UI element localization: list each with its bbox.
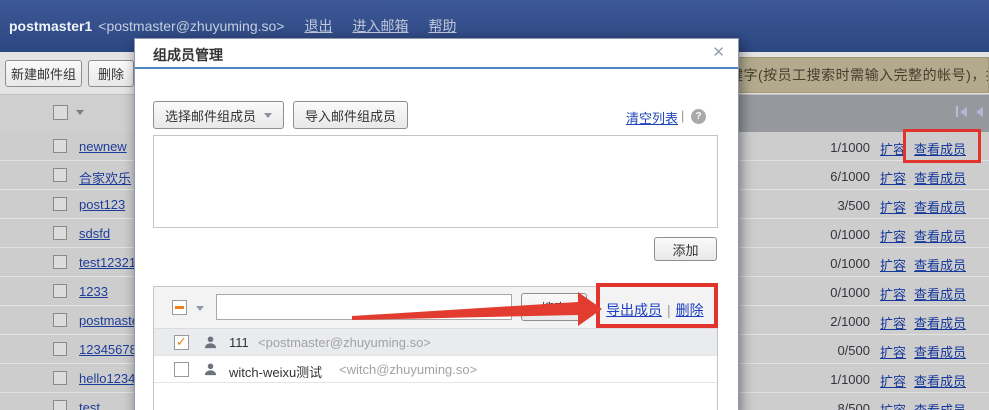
logout-link[interactable]: 退出 (304, 16, 332, 36)
user-email: <postmaster@zhuyuming.so> (98, 18, 284, 34)
expand-link[interactable]: 扩容 (880, 226, 906, 245)
member-quota: 3/500 (788, 198, 870, 213)
view-members-link[interactable]: 查看成员 (914, 255, 966, 274)
member-quota: 0/1000 (788, 256, 870, 271)
dialog-header: 组成员管理 ✕ (135, 39, 738, 69)
group-name-link[interactable]: sdsfd (79, 226, 110, 241)
view-members-link[interactable]: 查看成员 (914, 400, 966, 410)
person-icon (203, 335, 218, 353)
chevron-down-icon[interactable] (196, 306, 204, 311)
expand-link[interactable]: 扩容 (880, 197, 906, 216)
separator: | (681, 108, 684, 123)
highlight-box-view-members (903, 129, 981, 163)
expand-link[interactable]: 扩容 (880, 371, 906, 390)
highlight-box-export-delete (596, 283, 718, 328)
member-name: witch-weixu测试 (229, 362, 322, 381)
view-members-link[interactable]: 查看成员 (914, 284, 966, 303)
group-name-link[interactable]: 1233 (79, 284, 108, 299)
group-name-link[interactable]: post123 (79, 197, 125, 212)
help-link[interactable]: 帮助 (428, 16, 456, 36)
pending-members-listbox[interactable] (153, 135, 718, 228)
member-quota: 8/500 (788, 401, 870, 410)
group-name-link[interactable]: newnew (79, 139, 127, 154)
enter-mailbox-link[interactable]: 进入邮箱 (352, 16, 408, 36)
clear-list-link[interactable]: 清空列表 (626, 108, 678, 127)
dialog-title: 组成员管理 (153, 45, 223, 65)
member-quota: 1/1000 (788, 140, 870, 155)
member-checkbox[interactable] (174, 362, 189, 377)
view-members-link[interactable]: 查看成员 (914, 168, 966, 187)
expand-link[interactable]: 扩容 (880, 284, 906, 303)
select-all-members-checkbox[interactable] (172, 300, 187, 315)
member-checkbox-checked[interactable] (174, 335, 189, 350)
add-button[interactable]: 添加 (654, 237, 717, 261)
expand-link[interactable]: 扩容 (880, 342, 906, 361)
member-row: 111 <postmaster@zhuyuming.so> (154, 329, 717, 356)
member-quota: 0/1000 (788, 227, 870, 242)
member-quota: 0/500 (788, 343, 870, 358)
close-icon[interactable]: ✕ (712, 43, 725, 61)
expand-link[interactable]: 扩容 (880, 168, 906, 187)
admin-mail-page: postmaster1 <postmaster@zhuyuming.so> 退出… (0, 0, 989, 410)
row-checkbox[interactable] (53, 226, 67, 240)
row-checkbox[interactable] (53, 313, 67, 327)
member-email: <witch@zhuyuming.so> (339, 362, 477, 377)
first-page-icon[interactable] (956, 106, 967, 117)
chevron-down-icon (264, 113, 272, 118)
header-dark-segment (700, 95, 989, 132)
view-members-link[interactable]: 查看成员 (914, 313, 966, 332)
member-quota: 2/1000 (788, 314, 870, 329)
group-member-dialog: 组成员管理 ✕ 选择邮件组成员 导入邮件组成员 清空列表 | ? 添加 搜索 导… (134, 38, 739, 410)
import-group-members-button[interactable]: 导入邮件组成员 (293, 101, 408, 129)
row-checkbox[interactable] (53, 371, 67, 385)
row-checkbox[interactable] (53, 197, 67, 211)
group-name-link[interactable]: test (79, 400, 100, 410)
row-checkbox[interactable] (53, 168, 67, 182)
expand-link[interactable]: 扩容 (880, 313, 906, 332)
prev-page-icon[interactable] (976, 107, 983, 117)
view-members-link[interactable]: 查看成员 (914, 197, 966, 216)
row-checkbox[interactable] (53, 342, 67, 356)
view-members-link[interactable]: 查看成员 (914, 226, 966, 245)
group-name-link[interactable]: 合家欢乐 (79, 168, 131, 187)
username: postmaster1 (9, 18, 92, 34)
chevron-down-icon[interactable] (76, 110, 84, 115)
view-members-link[interactable]: 查看成员 (914, 371, 966, 390)
member-quota: 6/1000 (788, 169, 870, 184)
row-checkbox[interactable] (53, 255, 67, 269)
view-members-link[interactable]: 查看成员 (914, 342, 966, 361)
expand-link[interactable]: 扩容 (880, 255, 906, 274)
member-quota: 0/1000 (788, 285, 870, 300)
select-group-members-button[interactable]: 选择邮件组成员 (153, 101, 284, 129)
search-tip-text: 键字(按员工搜索时需输入完整的帐号)，按回 (729, 65, 989, 85)
select-all-checkbox[interactable] (53, 105, 68, 120)
row-checkbox[interactable] (53, 400, 67, 410)
person-icon (203, 362, 218, 380)
member-email: <postmaster@zhuyuming.so> (258, 335, 431, 350)
row-checkbox[interactable] (53, 139, 67, 153)
delete-group-button[interactable]: 删除 (88, 60, 134, 87)
help-icon[interactable]: ? (691, 109, 706, 124)
member-name: 111 (229, 335, 249, 350)
member-row: witch-weixu测试 <witch@zhuyuming.so> (154, 356, 717, 383)
pagination (956, 106, 983, 117)
new-mail-group-button[interactable]: 新建邮件组 (5, 60, 82, 87)
member-quota: 1/1000 (788, 372, 870, 387)
row-checkbox[interactable] (53, 284, 67, 298)
expand-link[interactable]: 扩容 (880, 400, 906, 410)
red-arrow-annotation (340, 282, 610, 330)
